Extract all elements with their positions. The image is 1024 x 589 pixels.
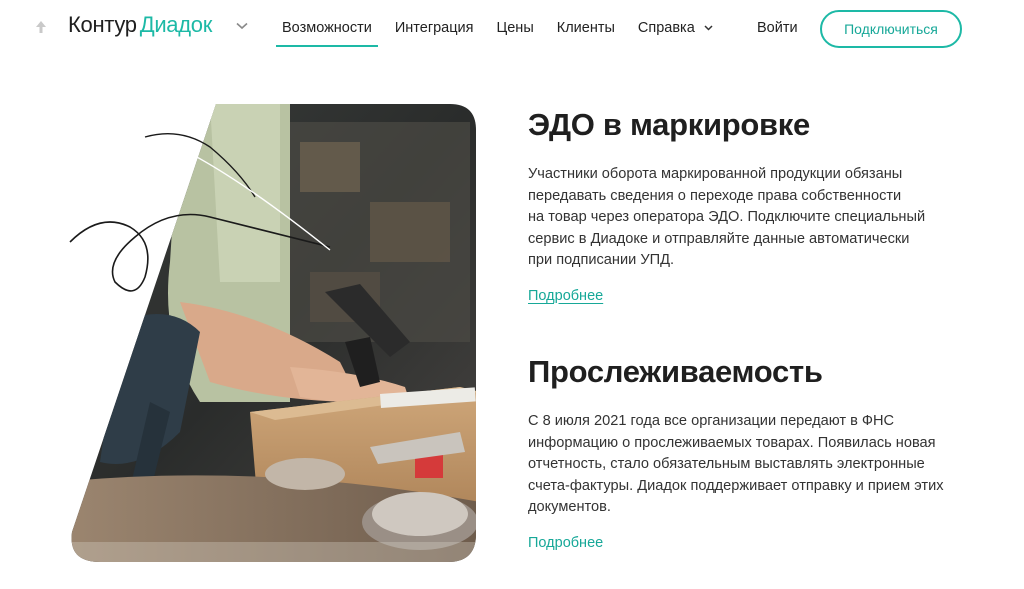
chevron-down-icon xyxy=(704,25,713,31)
hero-image xyxy=(60,102,480,564)
section-marking: ЭДО в маркировке Участники оборота марки… xyxy=(528,106,968,305)
nav-item-help[interactable]: Справка xyxy=(632,0,719,58)
nav-item-label: Возможности xyxy=(282,20,372,36)
more-link[interactable]: Подробнее xyxy=(528,535,603,551)
text-line: на товар через оператора ЭДО. Подключите… xyxy=(528,209,926,225)
arrow-up-icon[interactable] xyxy=(34,19,48,35)
login-link[interactable]: Войти xyxy=(757,0,798,56)
section-title: ЭДО в маркировке xyxy=(528,107,810,142)
section-title: Прослеживаемость xyxy=(528,354,823,389)
nav-item-integration[interactable]: Интеграция xyxy=(389,0,480,58)
site-header: Контур Диадок Возможности Интеграция Цен… xyxy=(0,0,1024,58)
text-line: С 8 июля 2021 года все организации перед… xyxy=(528,413,895,429)
text-line: сервис в Диадоке и отправляйте данные ав… xyxy=(528,230,910,247)
main-nav: Возможности Интеграция Цены Клиенты Спра… xyxy=(276,0,730,58)
nav-item-prices[interactable]: Цены xyxy=(491,0,540,58)
nav-item-features[interactable]: Возможности xyxy=(276,0,378,58)
nav-item-clients[interactable]: Клиенты xyxy=(551,0,621,58)
text-line: информацию о прослеживаемых товарах. Поя… xyxy=(528,434,936,451)
more-link[interactable]: Подробнее xyxy=(528,288,603,304)
text-line: счета-фактуры. Диадок поддерживает отпра… xyxy=(528,477,944,494)
connect-button[interactable]: Подключиться xyxy=(820,10,962,48)
text-line: документов. xyxy=(528,499,611,515)
nav-item-label: Клиенты xyxy=(556,20,615,36)
text-line: Участники оборота маркированной продукци… xyxy=(528,166,903,182)
logo[interactable]: Контур Диадок xyxy=(68,12,212,38)
nav-item-label: Интеграция xyxy=(394,20,474,36)
section-text: Участники оборота маркированной продукци… xyxy=(528,164,968,272)
text-line: отчетность, стало обязательным выставлят… xyxy=(528,456,925,472)
text-line: при подписании УПД. xyxy=(528,252,675,268)
section-traceability: Прослеживаемость С 8 июля 2021 года все … xyxy=(528,353,968,552)
logo-kontur: Контур xyxy=(68,12,137,37)
logo-diadok: Диадок xyxy=(139,12,213,37)
nav-item-label: Справка xyxy=(637,20,695,36)
barcode-scanner-photo xyxy=(69,104,477,562)
nav-item-label: Цены xyxy=(496,20,534,36)
chevron-down-icon[interactable] xyxy=(236,22,248,30)
section-text: С 8 июля 2021 года все организации перед… xyxy=(528,411,968,519)
text-line: передавать сведения о переходе права соб… xyxy=(528,187,902,204)
